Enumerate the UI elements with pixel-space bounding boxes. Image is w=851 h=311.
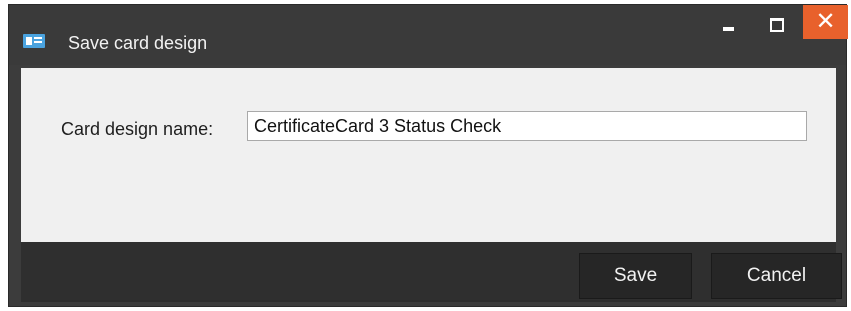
card-design-name-input[interactable] [247, 111, 807, 141]
save-button[interactable]: Save [579, 253, 692, 299]
maximize-button[interactable] [757, 5, 797, 41]
save-card-design-dialog: Save card design ✕ Card design name: Sav… [8, 4, 848, 307]
title-bar[interactable]: Save card design ✕ [9, 5, 848, 65]
cancel-button[interactable]: Cancel [711, 253, 842, 299]
close-icon: ✕ [815, 8, 836, 35]
id-card-icon [23, 34, 45, 48]
dialog-title: Save card design [68, 33, 208, 53]
minimize-icon [723, 27, 734, 31]
dialog-footer: Save Cancel [21, 242, 842, 302]
dialog-content: Card design name: [21, 68, 836, 242]
minimize-button[interactable] [709, 5, 749, 41]
maximize-icon [770, 18, 784, 32]
close-button[interactable]: ✕ [803, 5, 848, 39]
card-design-name-label: Card design name: [61, 119, 214, 139]
